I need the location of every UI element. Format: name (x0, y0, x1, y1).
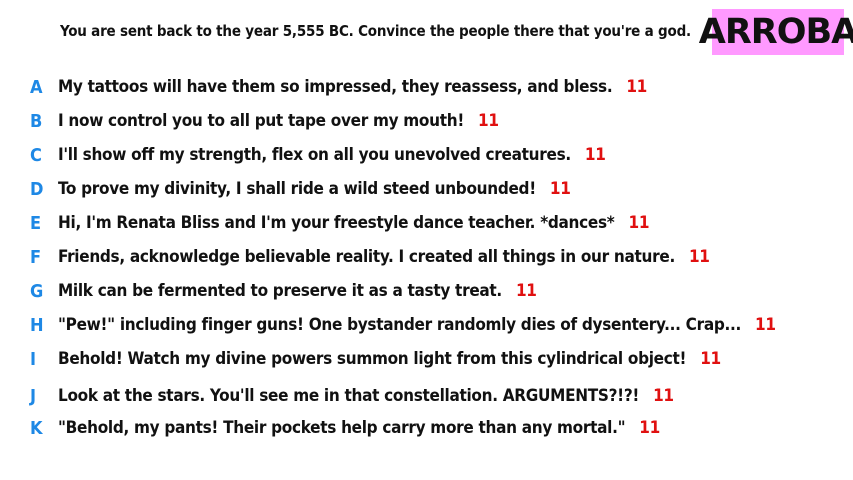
answer-letter: J (30, 385, 37, 407)
answer-score: 11 (478, 111, 499, 131)
answer-letter: K (30, 417, 43, 439)
answer-letter: B (30, 110, 43, 132)
answer-text-body: I now control you to all put tape over m… (58, 111, 465, 131)
answer-text-body: Milk can be fermented to preserve it as … (58, 281, 502, 301)
answer-text-body: Behold! Watch my divine powers summon li… (58, 349, 687, 369)
answer-text: To prove my divinity, I shall ride a wil… (58, 179, 571, 199)
answer-text: I'll show off my strength, flex on all y… (58, 145, 606, 165)
answer-letter: A (30, 76, 43, 98)
answer-text: Friends, acknowledge believable reality.… (58, 247, 710, 267)
answer-score: 11 (549, 179, 571, 199)
answer-text: Hi, I'm Renata Bliss and I'm your freest… (58, 213, 649, 233)
answer-score: 11 (653, 386, 674, 406)
answer-letter: D (30, 178, 44, 200)
answer-letter: F (30, 246, 42, 268)
answer-score: 11 (700, 349, 721, 369)
answer-text-body: "Pew!" including finger guns! One bystan… (58, 315, 742, 335)
answer-score: 11 (688, 247, 710, 267)
answer-letter: H (30, 314, 44, 336)
answer-text: Look at the stars. You'll see me in that… (58, 386, 674, 406)
answer-letter: I (30, 348, 37, 370)
answer-text-body: To prove my divinity, I shall ride a wil… (58, 179, 536, 199)
answer-text-body: I'll show off my strength, flex on all y… (58, 145, 571, 165)
answer-text-body: Hi, I'm Renata Bliss and I'm your freest… (58, 213, 615, 233)
answer-score: 11 (639, 418, 660, 438)
answer-text: Milk can be fermented to preserve it as … (58, 281, 537, 301)
answer-text: My tattoos will have them so impressed, … (58, 77, 647, 97)
answer-text-body: "Behold, my pants! Their pockets help ca… (58, 418, 626, 438)
answer-text-body: Friends, acknowledge believable reality.… (58, 247, 675, 267)
answer-text-body: Look at the stars. You'll see me in that… (58, 386, 640, 406)
answer-score: 11 (626, 77, 648, 97)
answer-letter: G (30, 280, 44, 302)
answer-score: 11 (628, 213, 650, 233)
answer-letter: E (30, 212, 42, 234)
answer-text-body: My tattoos will have them so impressed, … (58, 77, 613, 97)
answer-score: 11 (584, 145, 606, 165)
answer-letter: C (30, 144, 42, 166)
answer-text: "Pew!" including finger guns! One bystan… (58, 315, 776, 335)
answer-text: "Behold, my pants! Their pockets help ca… (58, 418, 660, 438)
answer-text: I now control you to all put tape over m… (58, 111, 499, 131)
answer-score: 11 (515, 281, 537, 301)
arroba-logo: ARROBA (699, 9, 853, 55)
prompt-text: You are sent back to the year 5,555 BC. … (60, 22, 691, 40)
answer-text: Behold! Watch my divine powers summon li… (58, 349, 721, 369)
answer-score: 11 (755, 315, 776, 335)
